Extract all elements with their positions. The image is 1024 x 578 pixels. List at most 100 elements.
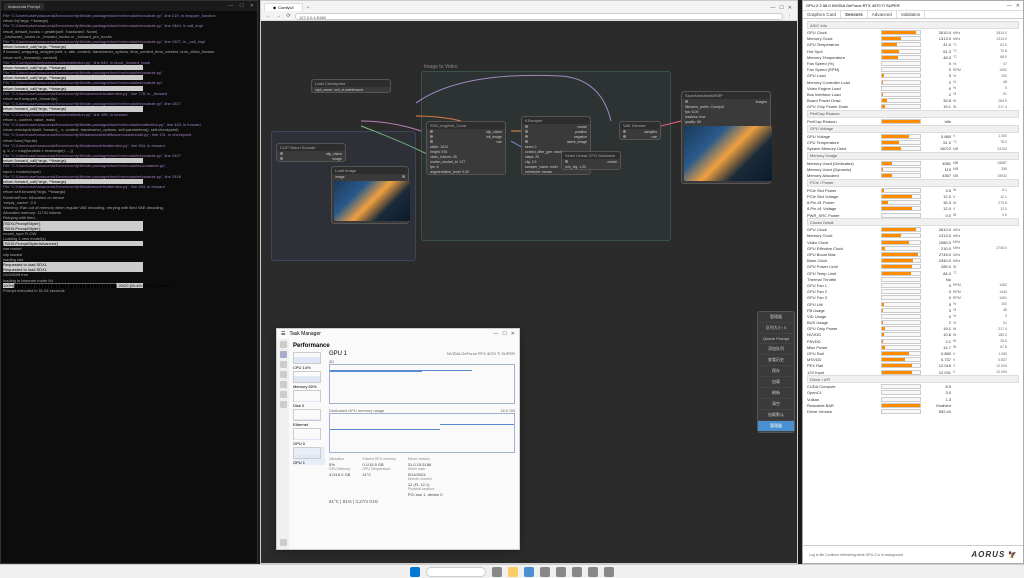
maximize-icon[interactable]: ☐ <box>239 3 243 9</box>
resource-cpu[interactable]: CPU 14% <box>293 352 325 370</box>
services-icon[interactable] <box>280 401 287 408</box>
processes-icon[interactable] <box>280 341 287 348</box>
extra-options[interactable]: 添加队列 <box>758 344 794 355</box>
browser-window-controls[interactable]: — ☐ ✕ <box>770 5 794 11</box>
resource-memory[interactable]: Memory 50% <box>293 371 325 389</box>
sensor-max: 24192 <box>979 147 1007 151</box>
back-icon[interactable]: ← <box>265 13 272 20</box>
close-icon[interactable]: ✕ <box>250 3 254 9</box>
footer-options[interactable]: Log to file Continue refreshing while GP… <box>809 553 903 557</box>
address-bar[interactable]: 127.0.0.1:8188 <box>295 13 783 20</box>
taskman-window-controls[interactable]: — ☐ ✕ <box>493 331 515 337</box>
app-icon[interactable] <box>604 567 614 577</box>
sensor-value: 8.9 <box>923 384 951 389</box>
terminal-titlebar[interactable]: Anaconda Prompt — ☐ ✕ <box>1 1 257 11</box>
start-icon[interactable] <box>410 567 420 577</box>
hamburger-icon[interactable]: ☰ <box>281 331 285 337</box>
app-icon[interactable] <box>556 567 566 577</box>
resource-ethernet[interactable]: Ethernet <box>293 409 325 427</box>
reload-icon[interactable]: ⟳ <box>285 13 292 20</box>
edge-icon[interactable] <box>524 567 534 577</box>
sensor-group-header[interactable]: Driver / API <box>807 375 1019 383</box>
sensor-group-header[interactable]: PCIe / Power <box>807 179 1019 187</box>
task-manager-window[interactable]: ☰ Task Manager — ☐ ✕ Performance CPU 14%… <box>276 328 520 550</box>
gpuz-window[interactable]: GPU-Z 2.58.0 NVIDIA GeForce RTX 4070 Ti … <box>802 0 1024 564</box>
sensor-list[interactable]: ASIC InfoGPU Clock2610.0MHz2610.0Memory … <box>803 19 1023 417</box>
sensor-group-header[interactable]: PerfCap Reason <box>807 110 1019 118</box>
browser-tab[interactable]: ◆ ComfyUI <box>264 3 303 11</box>
tab-validation[interactable]: Validation <box>897 11 925 18</box>
gpuz-window-controls[interactable]: — ✕ <box>1007 3 1020 9</box>
gpuz-footer: Log to file Continue refreshing while GP… <box>803 545 1023 563</box>
view-history-button[interactable]: 查看历史 <box>758 355 794 366</box>
queue-prompt-button[interactable]: Queue Prompt <box>758 334 794 344</box>
close-icon[interactable]: ✕ <box>788 5 792 11</box>
gpu-memory-chart[interactable] <box>329 413 515 453</box>
sensor-group-header[interactable]: Memory Usage <box>807 152 1019 160</box>
load-button[interactable]: 加载 <box>758 377 794 388</box>
manager-button[interactable]: 管理器 <box>758 421 794 432</box>
node-load-image[interactable]: Load Image image <box>331 166 409 224</box>
tab-graphics-card[interactable]: Graphics Card <box>803 11 841 18</box>
minimize-icon[interactable]: — <box>228 3 233 9</box>
terminal-window[interactable]: Anaconda Prompt — ☐ ✕ File "C:\Users\use… <box>0 0 258 564</box>
sensor-group-header[interactable]: Clocks Detail <box>807 218 1019 226</box>
clear-button[interactable]: 清空 <box>758 399 794 410</box>
resource-gpu0[interactable]: GPU 0 <box>293 428 325 446</box>
startup-icon[interactable] <box>280 371 287 378</box>
settings-icon[interactable] <box>280 539 287 546</box>
forward-icon[interactable]: → <box>275 13 282 20</box>
sensor-name: Memory Clock <box>807 36 879 41</box>
app-icon[interactable] <box>540 567 550 577</box>
close-icon[interactable]: ✕ <box>1016 3 1020 9</box>
users-icon[interactable] <box>280 381 287 388</box>
gpuz-tabstrip[interactable]: Graphics Card Sensors Advanced Validatio… <box>803 11 1023 19</box>
tab-sensors[interactable]: Sensors <box>841 11 868 18</box>
node-clip-vision[interactable]: CLIP Vision Encode clip_vision image <box>276 143 346 162</box>
sensor-max: 2610.0 <box>979 31 1007 35</box>
performance-icon[interactable] <box>280 351 287 358</box>
node-svd-cond[interactable]: SVD_img2vid_Cond clip_vision init_image … <box>426 121 506 175</box>
app-icon[interactable] <box>588 567 598 577</box>
sensor-max: 9.1 <box>979 188 1007 192</box>
resource-disk[interactable]: Disk 0 <box>293 390 325 408</box>
tab-advanced[interactable]: Advanced <box>868 11 897 18</box>
history-icon[interactable] <box>280 361 287 368</box>
taskbar-search[interactable] <box>426 567 486 577</box>
new-tab-icon[interactable]: + <box>305 5 312 11</box>
node-linear-cfg[interactable]: Video Linear CFG Guidance model min_cfg:… <box>561 151 621 170</box>
save-button[interactable]: 保存 <box>758 366 794 377</box>
gpu-3d-chart[interactable] <box>329 364 515 404</box>
taskman-titlebar[interactable]: ☰ Task Manager — ☐ ✕ <box>277 329 519 339</box>
details-icon[interactable] <box>280 391 287 398</box>
gpuz-titlebar[interactable]: GPU-Z 2.58.0 NVIDIA GeForce RTX 4070 Ti … <box>803 1 1023 11</box>
taskman-nav[interactable] <box>277 339 289 549</box>
sensor-value: Idle <box>923 119 951 124</box>
minimize-icon[interactable]: — <box>770 5 775 11</box>
resource-list[interactable]: CPU 14% Memory 50% Disk 0 Ethernet GPU 0… <box>293 351 325 545</box>
maximize-icon[interactable]: ☐ <box>779 5 783 11</box>
explorer-icon[interactable] <box>508 567 518 577</box>
app-icon[interactable] <box>572 567 582 577</box>
terminal-window-controls[interactable]: — ☐ ✕ <box>228 3 254 9</box>
terminal-tab[interactable]: Anaconda Prompt <box>4 3 44 10</box>
refresh-button[interactable]: 刷新 <box>758 388 794 399</box>
node-save-animated[interactable]: SaveAnimatedWEBP images filename_prefix:… <box>681 91 771 184</box>
sensor-group-header[interactable]: ASIC Info <box>807 21 1019 29</box>
node-checkpoint[interactable]: Load Checkpoint ckpt_name: svd_xt.safete… <box>311 79 391 93</box>
close-icon[interactable]: ✕ <box>511 331 515 337</box>
sensor-bar <box>881 390 921 395</box>
windows-taskbar[interactable] <box>0 564 1024 578</box>
load-default-button[interactable]: 加载默认 <box>758 410 794 421</box>
sensor-row[interactable]: Driver Version552.44 <box>807 408 1019 414</box>
node-vae-decode[interactable]: VAE Decode samples vae <box>619 121 661 140</box>
resource-gpu1[interactable]: GPU 1 <box>293 447 325 465</box>
sensor-group-header[interactable]: GPU Voltage <box>807 125 1019 133</box>
minimize-icon[interactable]: — <box>493 331 498 337</box>
maximize-icon[interactable]: ☐ <box>502 331 506 337</box>
minimize-icon[interactable]: — <box>1007 3 1012 9</box>
task-view-icon[interactable] <box>492 567 502 577</box>
comfy-side-panel[interactable]: 管理器 队列大小: 0 Queue Prompt 添加队列 查看历史 保存 加载… <box>757 311 795 433</box>
menu-icon[interactable]: ⋮ <box>786 13 793 20</box>
browser-tabstrip[interactable]: ◆ ComfyUI + — ☐ ✕ <box>261 1 797 11</box>
